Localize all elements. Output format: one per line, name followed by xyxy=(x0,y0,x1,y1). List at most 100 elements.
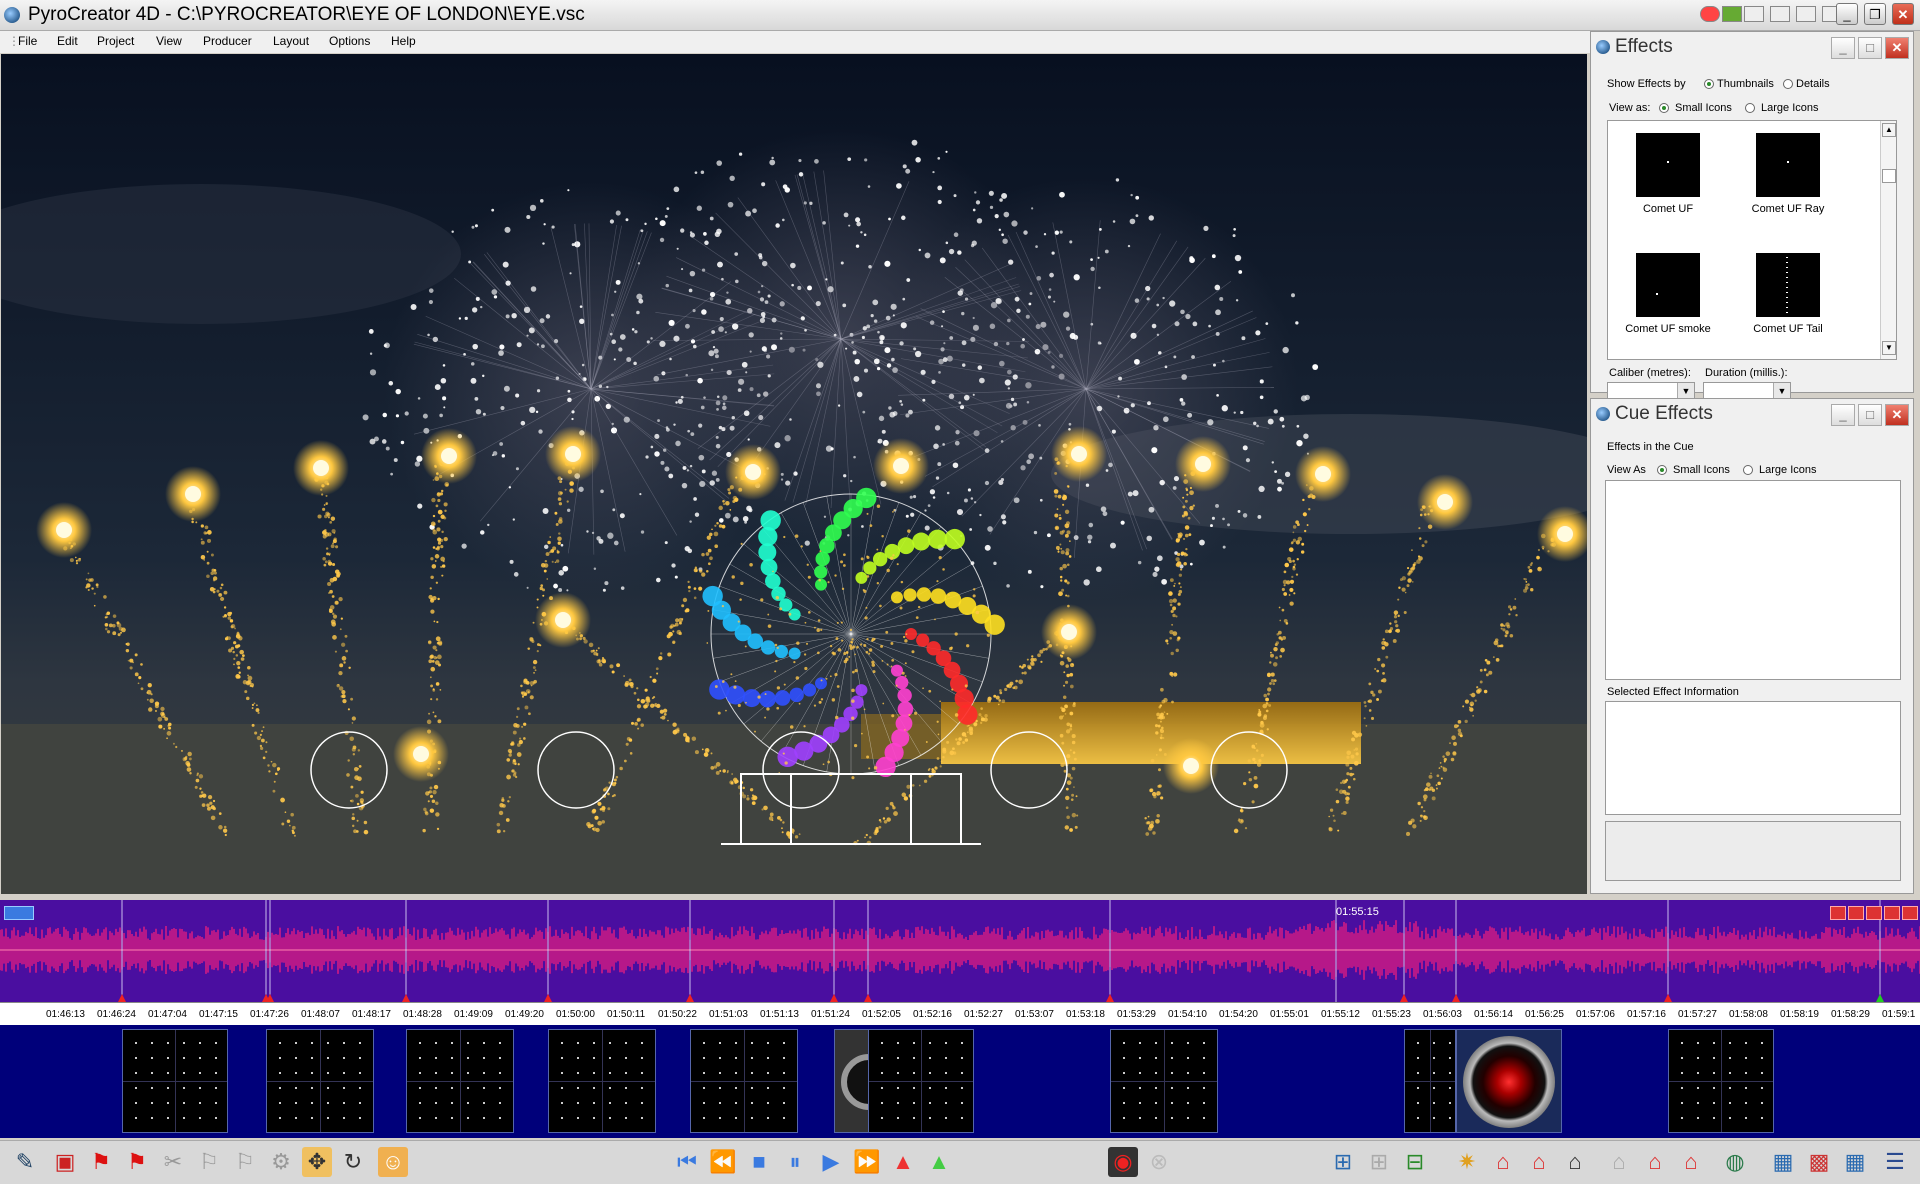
zoom-out-icon[interactable] xyxy=(1830,906,1846,920)
effect-thumbnail[interactable] xyxy=(1636,253,1700,317)
small-icons-radio[interactable] xyxy=(1659,103,1669,113)
network-grey-icon[interactable]: ⊞ xyxy=(1364,1147,1394,1177)
effect-thumbnail[interactable] xyxy=(1636,133,1700,197)
close-icon[interactable] xyxy=(1902,906,1918,920)
home-arrow-icon[interactable]: ⌂ xyxy=(1640,1147,1670,1177)
globe-icon[interactable]: ◍ xyxy=(1720,1147,1750,1177)
cue-track[interactable] xyxy=(0,1025,1920,1138)
hal-eye-thumbnail[interactable] xyxy=(1456,1029,1562,1133)
menu-edit[interactable]: Edit xyxy=(57,34,78,48)
menu-options[interactable]: Options xyxy=(329,34,370,48)
cue-effects-list[interactable] xyxy=(1605,480,1901,680)
cue-maximize-button[interactable]: □ xyxy=(1858,404,1882,426)
cue-thumbnail[interactable] xyxy=(690,1029,798,1133)
menu-help[interactable]: Help xyxy=(391,34,416,48)
play-icon[interactable]: ▶ xyxy=(816,1147,846,1177)
effect-thumbnail[interactable] xyxy=(1756,133,1820,197)
plus-icon[interactable] xyxy=(1866,906,1882,920)
3d-viewport[interactable] xyxy=(1,54,1587,894)
scroll-thumb[interactable] xyxy=(1882,169,1896,183)
tray-icon-3[interactable] xyxy=(1796,6,1816,22)
effects-scrollbar[interactable]: ▲ ▼ xyxy=(1880,121,1896,359)
red-triangle-icon[interactable]: ▲ xyxy=(888,1147,918,1177)
home-link-icon[interactable]: ⌂ xyxy=(1676,1147,1706,1177)
audio-timeline[interactable]: 01:55:15 xyxy=(0,900,1920,1002)
hand-icon[interactable] xyxy=(1884,906,1900,920)
palette-icon[interactable]: ▩ xyxy=(1804,1147,1834,1177)
cue-thumbnail[interactable] xyxy=(266,1029,374,1133)
stop-record-icon[interactable]: ⊗ xyxy=(1144,1147,1174,1177)
flag-text-icon[interactable]: ⚑ xyxy=(122,1147,152,1177)
home-add-icon[interactable]: ⌂ xyxy=(1524,1147,1554,1177)
cue-thumbnail[interactable] xyxy=(406,1029,514,1133)
cut-icon[interactable]: ✂ xyxy=(158,1147,188,1177)
person-icon[interactable]: ☺ xyxy=(378,1147,408,1177)
menu-file[interactable]: File xyxy=(18,34,37,48)
cue-thumbnail[interactable] xyxy=(1110,1029,1218,1133)
skip-start-icon[interactable]: ⏮ xyxy=(672,1147,702,1177)
flag-grey-icon[interactable]: ⚐ xyxy=(194,1147,224,1177)
time-tick-label: 01:53:29 xyxy=(1117,1009,1156,1020)
thumbnails-radio[interactable] xyxy=(1704,79,1714,89)
rotate-tool-icon[interactable]: ↻ xyxy=(338,1147,368,1177)
menu-project[interactable]: Project xyxy=(97,34,134,48)
effects-minimize-button[interactable]: _ xyxy=(1831,37,1855,59)
edit-pen-icon[interactable]: ✎ xyxy=(10,1147,40,1177)
info-footer-box xyxy=(1605,821,1901,881)
green-triangle-icon[interactable]: ▲ xyxy=(924,1147,954,1177)
cue-minimize-button[interactable]: _ xyxy=(1831,404,1855,426)
close-button[interactable]: ✕ xyxy=(1892,3,1914,25)
effect-label: Comet UF xyxy=(1642,203,1694,215)
cue-large-icons-radio[interactable] xyxy=(1743,465,1753,475)
time-tick-label: 01:48:17 xyxy=(352,1009,391,1020)
home-icon[interactable]: ⌂ xyxy=(1488,1147,1518,1177)
menu-layout[interactable]: Layout xyxy=(273,34,309,48)
home-remove-icon[interactable]: ⌂ xyxy=(1560,1147,1590,1177)
audio-controls-icon[interactable] xyxy=(4,906,34,920)
fast-forward-icon[interactable]: ⏩ xyxy=(852,1147,882,1177)
effects-close-button[interactable]: ✕ xyxy=(1885,37,1909,59)
cue-small-icons-radio[interactable] xyxy=(1657,465,1667,475)
cue-thumbnail[interactable] xyxy=(1668,1029,1774,1133)
cue-thumbnail[interactable] xyxy=(122,1029,228,1133)
home-grey-icon[interactable]: ⌂ xyxy=(1604,1147,1634,1177)
menu-producer[interactable]: Producer xyxy=(203,34,252,48)
rewind-icon[interactable]: ⏪ xyxy=(708,1147,738,1177)
large-icons-radio[interactable] xyxy=(1745,103,1755,113)
flag-grey2-icon[interactable]: ⚐ xyxy=(230,1147,260,1177)
effects-maximize-button[interactable]: □ xyxy=(1858,37,1882,59)
cue-thumbnail[interactable] xyxy=(868,1029,974,1133)
details-radio[interactable] xyxy=(1783,79,1793,89)
firework-icon[interactable]: ✷ xyxy=(1452,1147,1482,1177)
chevron-down-icon[interactable]: ▼ xyxy=(1773,383,1790,399)
effects-list[interactable]: Comet UF Comet UF Ray Comet UF smoke Com… xyxy=(1607,120,1897,360)
nvidia-icon[interactable] xyxy=(1722,6,1742,22)
details-label: Details xyxy=(1796,78,1830,90)
minimize-button[interactable]: _ xyxy=(1836,3,1858,25)
gear-icon[interactable]: ⚙ xyxy=(266,1147,296,1177)
network-icon[interactable]: ⊞ xyxy=(1328,1147,1358,1177)
move-tool-icon[interactable]: ✥ xyxy=(302,1147,332,1177)
record-icon[interactable] xyxy=(1700,6,1720,22)
stop-icon[interactable]: ■ xyxy=(744,1147,774,1177)
scroll-down-icon[interactable]: ▼ xyxy=(1882,341,1896,355)
restore-button[interactable]: ❐ xyxy=(1864,3,1886,25)
cue-thumbnail[interactable] xyxy=(548,1029,656,1133)
flag-icon[interactable]: ⚑ xyxy=(86,1147,116,1177)
minus-icon[interactable] xyxy=(1848,906,1864,920)
tray-icon-1[interactable] xyxy=(1744,6,1764,22)
menu-view[interactable]: View xyxy=(156,34,182,48)
fuse-icon[interactable]: ▣ xyxy=(50,1147,80,1177)
tray-icon-2[interactable] xyxy=(1770,6,1790,22)
cue-thumbnail[interactable] xyxy=(1404,1029,1499,1133)
hierarchy-icon[interactable]: ⊟ xyxy=(1400,1147,1430,1177)
chevron-down-icon[interactable]: ▼ xyxy=(1677,383,1694,399)
grid-layout-icon[interactable]: ▦ xyxy=(1840,1147,1870,1177)
cue-close-button[interactable]: ✕ xyxy=(1885,404,1909,426)
window-layout-icon[interactable]: ▦ xyxy=(1768,1147,1798,1177)
list-view-icon[interactable]: ☰ xyxy=(1880,1147,1910,1177)
record-eye-icon[interactable]: ◉ xyxy=(1108,1147,1138,1177)
effect-thumbnail[interactable] xyxy=(1756,253,1820,317)
scroll-up-icon[interactable]: ▲ xyxy=(1882,123,1896,137)
pause-icon[interactable]: ⏸ xyxy=(780,1147,810,1177)
